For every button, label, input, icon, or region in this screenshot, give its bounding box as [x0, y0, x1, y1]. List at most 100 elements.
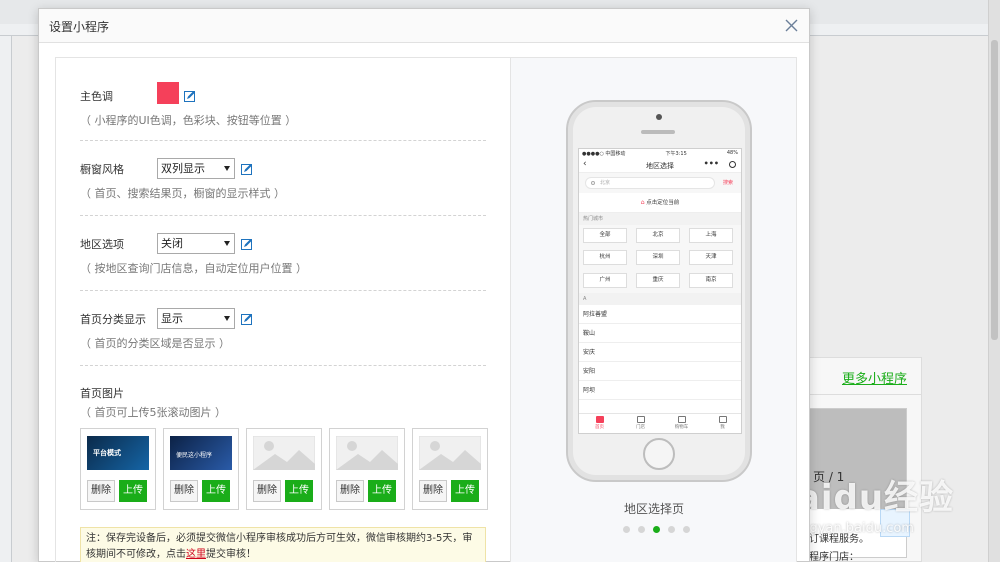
more-icon: ••• [703, 159, 719, 168]
edit-icon[interactable] [184, 90, 196, 102]
location-pin-icon: ⌂ [640, 199, 645, 206]
upload-button[interactable]: 上传 [202, 480, 230, 502]
hot-city: 全部 [583, 228, 627, 243]
upload-button[interactable]: 上传 [119, 480, 147, 502]
banner-caption: 便民这小程序 [176, 452, 213, 459]
close-icon [785, 19, 797, 31]
status-bar: ●●●●○ 中国移动 下午3:15 48% [579, 149, 741, 157]
region-option-select[interactable]: 关闭 [157, 233, 235, 254]
screen-tab-label: 购物车 [674, 425, 689, 430]
preview-caption: 地区选择页 [623, 502, 684, 516]
image-card: 平台模式 删除 上传 [80, 428, 156, 510]
section-divider [80, 365, 486, 366]
screen-tab-cart: 购物车 [661, 414, 702, 433]
hot-city: 杭州 [583, 250, 627, 266]
theme-color-hint: （ 小程序的UI色调，色彩块、按钮等位置 ） [80, 114, 297, 127]
hot-cities-label: 热门城市 [579, 213, 741, 225]
screen-tab-label: 我 [720, 425, 725, 430]
watermark-url: jingyan.baidu.com [794, 521, 914, 536]
home-images-label: 首页图片 [80, 387, 124, 400]
screen-locate: ⌂ 点击定位当前 [579, 193, 741, 213]
theme-color-label: 主色调 [80, 90, 113, 103]
edit-icon[interactable] [241, 238, 253, 250]
city-list-item: 阿拉善盟 [579, 305, 741, 324]
window-style-value: 双列显示 [161, 162, 205, 175]
home-category-hint: （ 首页的分类区域是否显示 ） [80, 337, 230, 350]
target-icon [729, 161, 736, 168]
image-placeholder-icon [336, 436, 398, 470]
upload-button[interactable]: 上传 [451, 480, 479, 502]
chevron-down-icon [224, 316, 230, 321]
panel-divider [797, 394, 921, 395]
hot-city: 天津 [689, 250, 733, 266]
city-list-item: 鞍山 [579, 324, 741, 343]
store-icon [636, 416, 645, 423]
status-carrier: ●●●●○ 中国移动 [582, 151, 626, 157]
image-card: 删除 上传 [329, 428, 405, 510]
delete-button[interactable]: 删除 [253, 480, 281, 502]
phone-home-button [643, 438, 675, 470]
screen-search-input: 北京 [585, 177, 715, 189]
phone-screen: ●●●●○ 中国移动 下午3:15 48% ‹ 地区选择 ••• 北京 搜索 ⌂… [578, 148, 742, 434]
settings-panel: 主色调 （ 小程序的UI色调，色彩块、按钮等位置 ） 橱窗风格 双列显示 （ 首… [56, 58, 510, 562]
hot-city: 南京 [689, 272, 733, 288]
screen-tab-store: 门店 [620, 414, 661, 433]
screen-search-placeholder: 北京 [600, 180, 611, 186]
city-letter-header: A [579, 293, 741, 305]
delete-button[interactable]: 删除 [419, 480, 447, 502]
screen-tab-home: 首页 [579, 414, 620, 433]
scrollbar-thumb[interactable] [991, 40, 998, 340]
delete-button[interactable]: 删除 [336, 480, 364, 502]
banner-image: 平台模式 [87, 436, 149, 470]
close-button[interactable] [781, 15, 801, 35]
preview-dot-5[interactable] [683, 526, 690, 533]
image-card: 删除 上传 [412, 428, 488, 510]
locate-text: 点击定位当前 [646, 200, 680, 206]
section-divider [80, 215, 486, 216]
region-option-value: 关闭 [161, 237, 183, 250]
submit-review-link[interactable]: 这里 [186, 549, 206, 560]
chevron-down-icon [224, 241, 230, 246]
city-list-item: 安阳 [579, 362, 741, 381]
section-divider [80, 290, 486, 291]
screen-tab-me: 我 [702, 414, 741, 433]
delete-button[interactable]: 删除 [170, 480, 198, 502]
review-notice: 注：保存完设备后，必须提交微信小程序审核成功后方可生效，微信审核期约3-5天，审… [80, 527, 486, 562]
home-category-label: 首页分类显示 [80, 313, 146, 326]
status-time: 下午3:15 [665, 151, 687, 157]
more-mini-programs-link[interactable]: 更多小程序 [842, 368, 907, 387]
preview-dot-3[interactable] [653, 526, 660, 533]
chevron-down-icon [224, 166, 230, 171]
upload-button[interactable]: 上传 [285, 480, 313, 502]
home-category-select[interactable]: 显示 [157, 308, 235, 329]
status-battery: 48% [726, 150, 738, 156]
window-style-label: 橱窗风格 [80, 163, 124, 176]
window-style-select[interactable]: 双列显示 [157, 158, 235, 179]
search-icon [591, 181, 595, 185]
home-icon [595, 416, 604, 423]
screen-tab-label: 首页 [595, 425, 604, 430]
theme-color-swatch[interactable] [157, 82, 179, 104]
notice-text-end: 提交审核！ [206, 549, 256, 560]
ruler-left [0, 36, 12, 562]
modal-title: 设置小程序 [49, 20, 110, 34]
preview-dot-1[interactable] [623, 526, 630, 533]
phone-speaker [641, 130, 675, 134]
preview-dot-2[interactable] [638, 526, 645, 533]
home-images-hint: （ 首页可上传5张滚动图片 ） [80, 406, 226, 419]
settings-modal: 设置小程序 主色调 （ 小程序的UI色调，色彩块、按钮等位置 ） 橱窗风格 双列… [38, 8, 810, 562]
delete-button[interactable]: 删除 [87, 480, 115, 502]
region-option-hint: （ 按地区查询门店信息，自动定位用户位置 ） [80, 262, 307, 275]
preview-panel: ●●●●○ 中国移动 下午3:15 48% ‹ 地区选择 ••• 北京 搜索 ⌂… [510, 58, 796, 562]
cart-icon [677, 416, 686, 423]
home-images-list: 平台模式 删除 上传 便民这小程序 删除 上传 删除 上传 删除 上传 删除 上… [80, 428, 490, 510]
modal-header: 设置小程序 [39, 9, 809, 43]
preview-dot-4[interactable] [668, 526, 675, 533]
edit-icon[interactable] [241, 163, 253, 175]
image-placeholder-icon [419, 436, 481, 470]
region-option-label: 地区选项 [80, 238, 124, 251]
hot-cities-grid: 全部 北京 上海 杭州 深圳 天津 广州 重庆 南京 [579, 225, 741, 293]
edit-icon[interactable] [241, 313, 253, 325]
upload-button[interactable]: 上传 [368, 480, 396, 502]
hot-city: 上海 [689, 228, 733, 243]
